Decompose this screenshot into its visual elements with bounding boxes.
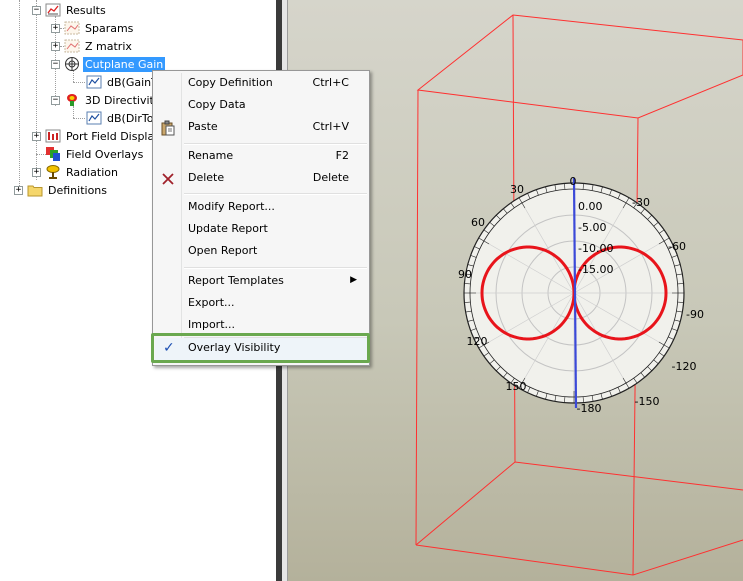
trace-icon — [86, 74, 102, 90]
angle-label: 150 — [506, 380, 527, 393]
menu-item-shortcut: Ctrl+C — [312, 76, 349, 89]
menu-separator — [184, 267, 367, 269]
tree-item-definitions[interactable]: + Definitions — [14, 181, 109, 199]
angle-label: -30 — [632, 196, 650, 209]
tree-item-label: Definitions — [48, 183, 107, 197]
tree-item-sparams[interactable]: + Sparams — [51, 19, 135, 37]
radial-label: -10.00 — [578, 242, 613, 255]
report-folder-icon — [64, 38, 80, 54]
box-top-face — [416, 14, 743, 119]
menu-item-paste[interactable]: Paste Ctrl+V — [155, 117, 367, 139]
angle-label: -120 — [672, 360, 697, 373]
tree-item-label: Radiation — [66, 165, 118, 179]
menu-item-shortcut: F2 — [335, 149, 349, 162]
tree-item-label: Port Field Display — [66, 129, 161, 143]
menu-item-label: Rename — [188, 149, 234, 162]
menu-item-label: Export... — [188, 296, 235, 309]
menu-item-update-report[interactable]: Update Report — [155, 219, 367, 241]
expand-toggle[interactable]: + — [51, 23, 60, 33]
menu-item-label: Copy Definition — [188, 76, 273, 89]
angle-label: 0 — [570, 175, 577, 188]
radial-label: -15.00 — [578, 263, 613, 276]
menu-item-copy-definition[interactable]: Copy Definition Ctrl+C — [155, 73, 367, 95]
polar-plot-icon — [64, 56, 80, 72]
tree-item-radiation[interactable]: + Radiation — [32, 163, 120, 181]
radial-label: 0.00 — [578, 200, 603, 213]
paste-icon — [160, 120, 176, 136]
report-folder-icon — [64, 20, 80, 36]
menu-item-open-report[interactable]: Open Report — [155, 241, 367, 263]
box-bottom-edge — [415, 539, 743, 576]
trace-icon — [86, 110, 102, 126]
expand-toggle[interactable]: + — [32, 167, 41, 177]
angle-label: -90 — [686, 308, 704, 321]
tree-item-z-matrix[interactable]: + Z matrix — [51, 37, 134, 55]
context-menu: Copy Definition Ctrl+C Copy Data Paste C… — [152, 70, 370, 366]
menu-item-label: Open Report — [188, 244, 258, 257]
menu-item-label: Paste — [188, 120, 218, 133]
tree-item-label: Results — [66, 3, 106, 17]
menu-item-label: Import... — [188, 318, 235, 331]
menu-item-report-templates[interactable]: Report Templates ▶ — [155, 271, 367, 293]
angle-label: -180 — [577, 402, 602, 415]
menu-item-label: Report Templates — [188, 274, 284, 287]
menu-item-rename[interactable]: Rename F2 — [155, 146, 367, 168]
folder-icon — [27, 182, 43, 198]
submenu-arrow-icon: ▶ — [350, 275, 357, 285]
delete-x-icon — [160, 171, 176, 187]
angle-label: 30 — [510, 183, 524, 196]
menu-item-delete[interactable]: Delete Delete — [155, 168, 367, 190]
menu-item-label: Delete — [188, 171, 225, 184]
angle-label: 120 — [467, 335, 488, 348]
tree-item-label: Sparams — [85, 21, 134, 35]
radiation-icon — [45, 164, 61, 180]
menu-separator — [184, 143, 367, 145]
expand-toggle[interactable]: + — [32, 131, 41, 141]
tree-item-field-overlays[interactable]: Field Overlays — [45, 145, 145, 163]
box-edge — [415, 89, 419, 546]
menu-item-label: Update Report — [188, 222, 268, 235]
tree-item-label: Field Overlays — [66, 147, 144, 161]
angle-label: -150 — [635, 395, 660, 408]
expand-toggle[interactable]: + — [14, 185, 23, 195]
tree-item-port-field-display[interactable]: + Port Field Display — [32, 127, 163, 145]
expand-toggle[interactable]: + — [51, 41, 60, 51]
box-bottom-back-edge — [415, 461, 743, 546]
port-field-icon — [45, 128, 61, 144]
menu-item-label: Modify Report... — [188, 200, 275, 213]
tree-item-label: Z matrix — [85, 39, 132, 53]
highlight-frame — [151, 333, 370, 363]
tree-item-cutplane-gain[interactable]: − Cutplane Gain — [51, 55, 166, 73]
menu-item-modify-report[interactable]: Modify Report... — [155, 197, 367, 219]
menu-separator — [184, 193, 367, 195]
collapse-toggle[interactable]: − — [32, 5, 41, 15]
collapse-toggle[interactable]: − — [51, 95, 60, 105]
menu-item-shortcut: Ctrl+V — [312, 120, 349, 133]
field-overlays-icon — [45, 146, 61, 162]
tree-guide-line — [73, 118, 85, 119]
angle-label: 90 — [458, 268, 472, 281]
tree-guide-line — [19, 0, 20, 190]
radial-label: -5.00 — [578, 221, 606, 234]
tree-item-3d-directivity[interactable]: − 3D Directivity — [51, 91, 162, 109]
3d-plot-icon — [64, 92, 80, 108]
polar-plot: 0 -30 -60 -90 -120 -150 -180 150 120 90 … — [458, 175, 704, 415]
collapse-toggle[interactable]: − — [51, 59, 60, 69]
tree-item-results[interactable]: − Results — [32, 1, 108, 19]
menu-item-copy-data[interactable]: Copy Data — [155, 95, 367, 117]
tree-guide-line — [73, 82, 85, 83]
menu-item-export[interactable]: Export... — [155, 293, 367, 315]
angle-label: -60 — [668, 240, 686, 253]
angle-label: 60 — [471, 216, 485, 229]
menu-item-label: Copy Data — [188, 98, 246, 111]
tree-guide-line — [36, 0, 37, 180]
menu-item-shortcut: Delete — [312, 171, 349, 184]
results-folder-icon — [45, 2, 61, 18]
tree-item-label: 3D Directivity — [85, 93, 161, 107]
